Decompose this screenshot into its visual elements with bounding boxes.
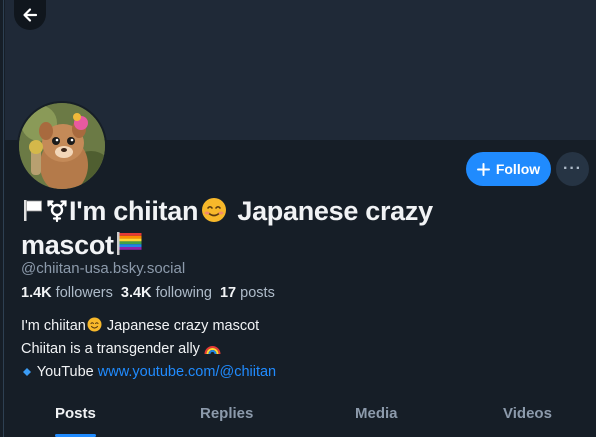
smiling-face-icon [198,195,230,229]
left-edge-divider [0,0,4,437]
more-options-button[interactable]: ··· [556,152,589,186]
display-name-part2: Japanese crazy [230,196,433,226]
rainbow-icon [204,341,221,362]
avatar[interactable] [17,101,107,191]
bio-line-1: I'm chiitan Japanese crazy mascot [21,316,276,339]
bio-text-2: Chiitan is a transgender ally [21,341,200,357]
plus-icon [476,162,490,176]
following-count: 3.4K [120,285,152,301]
tab-videos-label: Videos [503,405,552,422]
tab-replies-label: Replies [200,405,254,422]
arrow-left-icon [23,8,38,22]
profile-handle: @chiitan-usa.bsky.social [21,260,186,277]
followers-stat[interactable]: 1.4K followers [21,285,113,301]
tab-videos[interactable]: Videos [503,396,552,437]
transgender-symbol-icon [45,197,69,229]
bio-text-1b: Japanese crazy mascot [102,318,260,334]
youtube-link[interactable]: www.youtube.com/@chiitan [98,364,276,380]
display-name-part1: I'm chiitan [69,196,199,226]
bio-line-2: Chiitan is a transgender ally [21,339,276,362]
following-label: following [155,285,212,301]
following-stat[interactable]: 3.4K following [121,285,212,301]
tab-replies[interactable]: Replies [200,396,253,437]
followers-count: 1.4K [21,285,52,301]
tab-posts[interactable]: Posts [55,396,96,437]
profile-stats: 1.4K followers 3.4K following 17 posts [21,285,275,301]
tab-media[interactable]: Media [355,396,398,437]
smiling-face-small-icon [86,316,103,339]
display-name-part3: mascot [21,230,114,260]
bio-text-1a: I'm chiitan [21,318,86,334]
posts-stat: 17 posts [220,285,275,301]
tab-media-label: Media [355,405,398,422]
bio-text-3: YouTube [33,364,98,380]
tab-posts-label: Posts [55,405,96,422]
profile-tabs: Posts Replies Media Videos [5,396,596,437]
avatar-image [19,103,105,189]
rainbow-flag-icon [114,229,144,263]
posts-label: posts [240,285,275,301]
ellipsis-icon: ··· [563,160,582,177]
followers-label: followers [55,285,113,301]
blue-diamond-icon [21,365,33,385]
display-name: I'm chiitan Japanese crazy mascot [21,195,521,263]
white-flag-icon [21,197,45,229]
bio-line-3: YouTube www.youtube.com/@chiitan [21,362,276,385]
follow-button[interactable]: Follow [466,152,551,186]
follow-button-label: Follow [495,161,541,177]
profile-bio: I'm chiitan Japanese crazy mascot Chiita… [21,316,276,385]
posts-count: 17 [219,285,237,301]
